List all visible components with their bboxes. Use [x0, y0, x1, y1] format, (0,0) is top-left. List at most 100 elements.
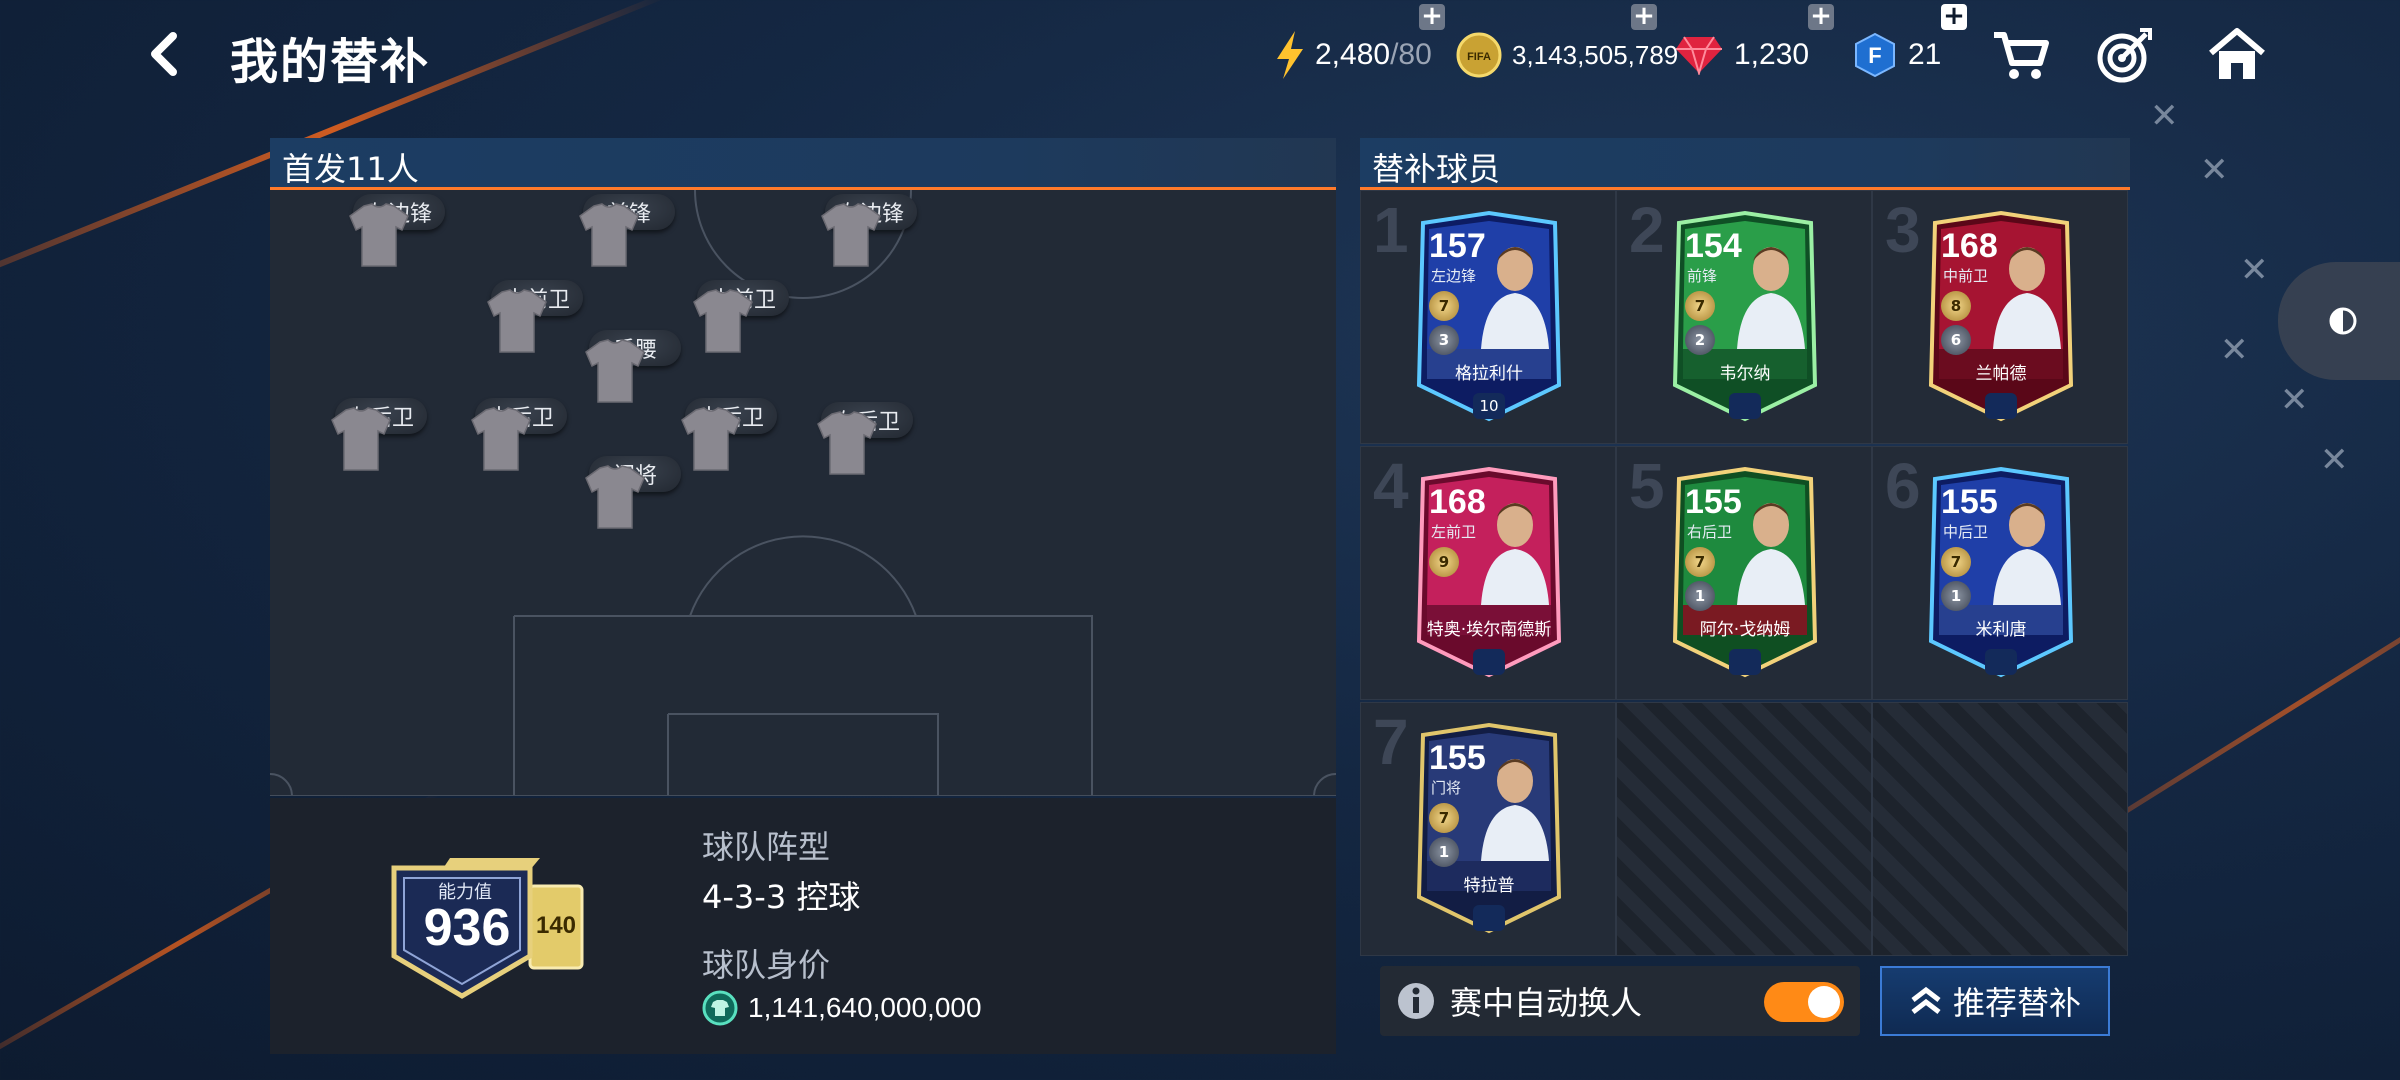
add-fifa-points-button[interactable]: + — [1941, 3, 1967, 30]
player-name: 特拉普 — [1463, 876, 1515, 896]
training-chip: 1 — [1941, 581, 1971, 611]
player-card[interactable]: 154 前锋 7 2 韦尔纳 — [1665, 209, 1825, 425]
slot-number: 3 — [1885, 194, 1921, 266]
page-title: 我的替补 — [230, 34, 431, 90]
svg-text:F: F — [1868, 43, 1881, 68]
gem-icon — [1674, 35, 1724, 75]
shirt-icon — [693, 289, 753, 353]
lineup-slot[interactable]: 左边锋 — [344, 194, 454, 310]
shirt-icon — [471, 407, 531, 471]
sub-slot[interactable]: 1 157 左边锋 7 3 格拉利什 10 — [1360, 190, 1616, 444]
contrast-icon — [2329, 307, 2357, 335]
player-card[interactable]: 157 左边锋 7 3 格拉利什 10 — [1409, 209, 1569, 425]
lineup-slot[interactable]: 右边锋 — [816, 194, 926, 310]
empty-sub-slot[interactable] — [1872, 702, 2128, 956]
rank-chip: 7 — [1429, 291, 1459, 321]
fifa-points-counter: F 21 — [1852, 30, 1941, 80]
lineup-slot[interactable]: 左后卫 — [326, 398, 436, 514]
player-card[interactable]: 155 右后卫 7 1 阿尔·戈纳姆 — [1665, 465, 1825, 681]
lineup-title: 首发11人 — [270, 138, 1336, 190]
sub-slot[interactable]: 4 168 左前卫 9 特奥·埃尔南德斯 — [1360, 446, 1616, 700]
training-chip: 1 — [1685, 581, 1715, 611]
add-coins-button[interactable]: + — [1631, 3, 1657, 30]
gem-counter: 1,230 — [1674, 30, 1809, 80]
team-value-amount: 1,141,640,000,000 — [748, 992, 982, 1023]
lineup-slot[interactable]: 中前卫 — [688, 280, 798, 396]
rank-chip: 7 — [1685, 547, 1715, 577]
home-button[interactable] — [2206, 24, 2268, 86]
player-name: 韦尔纳 — [1719, 364, 1771, 384]
rank-chip: 7 — [1941, 547, 1971, 577]
auto-sub-bar: 赛中自动换人 — [1380, 966, 1860, 1036]
back-button[interactable] — [140, 26, 190, 82]
card-foot-badge: 10 — [1473, 393, 1505, 419]
lineup-panel-header: 首发11人 — [270, 138, 1336, 190]
lineup-slot[interactable]: 后腰 — [580, 330, 690, 446]
svg-text:FIFA: FIFA — [1467, 51, 1491, 63]
training-chip: 6 — [1941, 325, 1971, 355]
team-value-label: 球队身价 — [702, 946, 831, 984]
double-chevron-up-icon — [1911, 986, 1941, 1014]
shirt-coin-icon — [702, 990, 738, 1026]
add-gems-button[interactable]: + — [1808, 3, 1834, 30]
formation-value: 4-3-3 控球 — [702, 878, 861, 916]
player-name: 兰帕德 — [1975, 364, 2027, 384]
coin-counter: FIFA 3,143,505,789 — [1456, 30, 1678, 80]
fifa-points-icon: F — [1852, 32, 1898, 78]
add-energy-button[interactable]: + — [1419, 3, 1445, 30]
slot-number: 5 — [1629, 450, 1665, 522]
coin-value: 3,143,505,789 — [1512, 39, 1679, 70]
recommend-subs-button[interactable]: 推荐替补 — [1880, 966, 2110, 1036]
auto-sub-label: 赛中自动换人 — [1450, 984, 1643, 1022]
player-card[interactable]: 155 门将 7 1 特拉普 — [1409, 721, 1569, 937]
info-icon[interactable] — [1396, 981, 1436, 1021]
bg-cross-mark: ✕ — [2240, 250, 2269, 290]
rank-chip: 7 — [1685, 291, 1715, 321]
shirt-icon — [817, 411, 877, 475]
lineup-slot[interactable]: 右后卫 — [812, 402, 922, 518]
toggle-knob — [1808, 986, 1840, 1018]
player-ovr: 155 — [1429, 739, 1486, 777]
store-button[interactable] — [1990, 24, 2052, 86]
subs-panel-header: 替补球员 — [1360, 138, 2130, 190]
lineup-slot[interactable]: 中后卫 — [466, 398, 576, 514]
team-value: 1,141,640,000,000 — [702, 990, 982, 1026]
back-icon — [151, 32, 177, 76]
recommend-subs-label: 推荐替补 — [1952, 984, 2081, 1022]
top-bar: 我的替补 2,480/80 + FIFA 3,143,505,789 + 1,2… — [0, 0, 2400, 110]
sub-slot[interactable]: 3 168 中前卫 8 6 兰帕德 — [1872, 190, 2128, 444]
auto-sub-toggle[interactable] — [1764, 982, 1844, 1022]
player-card[interactable]: 168 左前卫 9 特奥·埃尔南德斯 — [1409, 465, 1569, 681]
card-foot-badge — [1729, 649, 1761, 675]
card-foot-badge — [1985, 393, 2017, 419]
sub-slot[interactable]: 6 155 中后卫 7 1 米利唐 — [1872, 446, 2128, 700]
side-panel-toggle[interactable] — [2278, 262, 2400, 380]
shirt-icon — [487, 289, 547, 353]
bg-cross-mark: ✕ — [2200, 150, 2229, 190]
formation-pitch: 左边锋前锋右边锋中前卫中前卫后腰左后卫中后卫中后卫右后卫门将 — [270, 190, 1336, 796]
player-ovr: 154 — [1685, 227, 1742, 265]
objectives-button[interactable] — [2094, 24, 2156, 86]
shirt-icon — [579, 203, 639, 267]
player-card[interactable]: 155 中后卫 7 1 米利唐 — [1921, 465, 2081, 681]
sub-slot[interactable]: 5 155 右后卫 7 1 阿尔·戈纳姆 — [1616, 446, 1872, 700]
lineup-slot[interactable]: 门将 — [580, 456, 690, 572]
player-ovr: 157 — [1429, 227, 1486, 265]
training-chip: 2 — [1685, 325, 1715, 355]
sub-slot[interactable]: 7 155 门将 7 1 特拉普 — [1360, 702, 1616, 956]
lineup-slot[interactable]: 中前卫 — [482, 280, 592, 396]
cart-icon — [1994, 32, 2049, 79]
shirt-icon — [585, 339, 645, 403]
card-foot-badge — [1473, 905, 1505, 931]
sub-slot[interactable]: 2 154 前锋 7 2 韦尔纳 — [1616, 190, 1872, 444]
target-icon — [2097, 28, 2152, 83]
player-position: 前锋 — [1687, 267, 1718, 285]
player-card[interactable]: 168 中前卫 8 6 兰帕德 — [1921, 209, 2081, 425]
training-chip: 1 — [1429, 837, 1459, 867]
empty-sub-slot[interactable] — [1616, 702, 1872, 956]
lineup-slot[interactable]: 中后卫 — [676, 398, 786, 514]
slot-number: 6 — [1885, 450, 1921, 522]
player-name: 格拉利什 — [1455, 364, 1523, 384]
player-name: 阿尔·戈纳姆 — [1699, 620, 1791, 640]
rank-chip: 8 — [1941, 291, 1971, 321]
